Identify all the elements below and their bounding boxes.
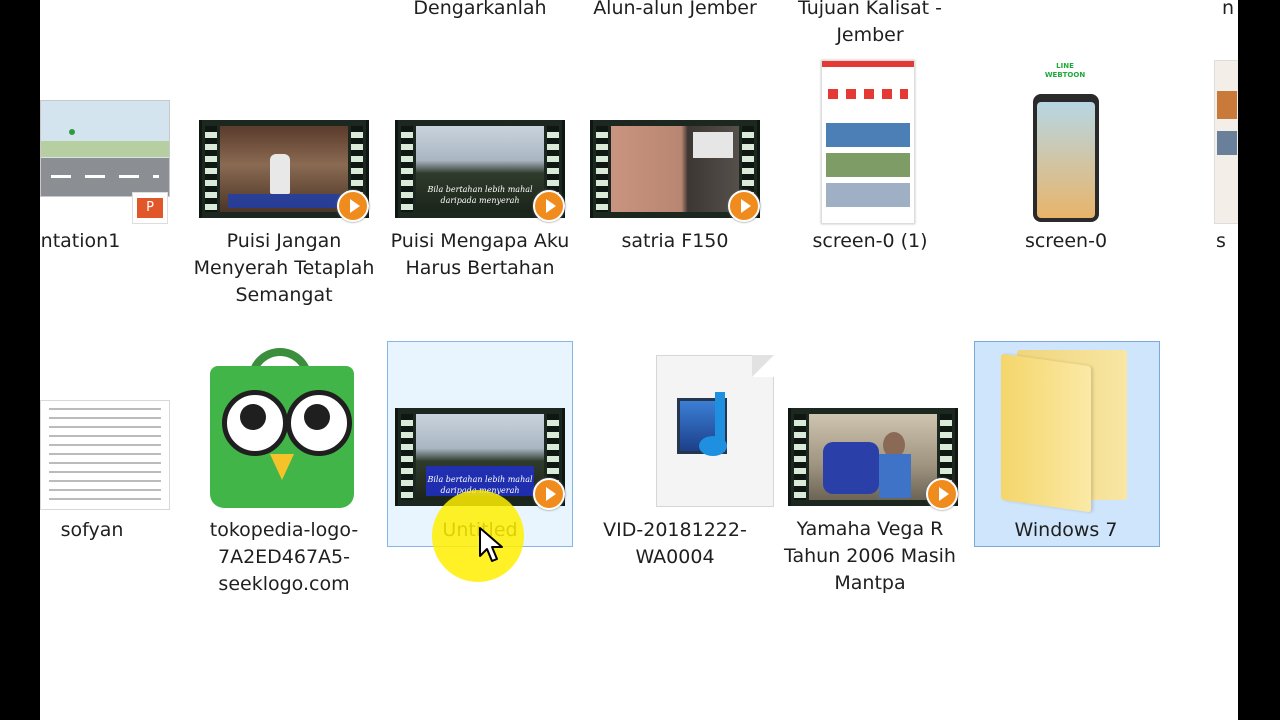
file-label: Yamaha Vega R Tahun 2006 Masih Mantpa (784, 518, 956, 594)
file-label: sofyan (60, 519, 124, 541)
thumbnail-caption: Bila bertahan lebih mahal daripada menye… (427, 475, 533, 495)
video-thumbnail: Bila bertahan lebih mahal daripada menye… (395, 120, 565, 222)
file-label: tokopedia-logo-7A2ED467A5-seeklogo.com (209, 519, 359, 595)
file-explorer-view: Dengarkanlah Alun-alun Jember Tujuan Kal… (40, 0, 1238, 720)
tokopedia-logo-image (210, 348, 354, 510)
thumbnail-caption: Bila bertahan lebih mahal daripada menye… (427, 185, 533, 205)
image-thumbnail (1214, 60, 1238, 224)
presentation-thumbnail (40, 100, 170, 197)
scrollbar-region[interactable] (1238, 0, 1280, 720)
file-label-partial-n[interactable]: n (1178, 0, 1238, 22)
video-thumbnail (788, 408, 958, 510)
file-label: VID-20181222-WA0004 (603, 519, 747, 568)
file-label: Untitled (442, 519, 518, 541)
file-label: s (1216, 230, 1226, 252)
play-overlay-icon (533, 190, 565, 222)
file-label: resentation1 (40, 230, 121, 252)
play-overlay-icon (728, 190, 760, 222)
video-thumbnail (199, 120, 369, 222)
file-label: satria F150 (621, 230, 729, 252)
file-label-tujuan-kalisat[interactable]: Tujuan Kalisat - Jember (775, 0, 965, 49)
document-thumbnail (40, 400, 170, 510)
powerpoint-icon: P (132, 192, 168, 224)
play-overlay-icon (337, 190, 369, 222)
file-label-dengarkanlah[interactable]: Dengarkanlah (385, 0, 575, 22)
image-thumbnail (821, 60, 915, 224)
file-label: screen-0 (1024, 230, 1108, 252)
play-overlay-icon (533, 478, 565, 510)
file-item-partial-s[interactable]: s (1166, 58, 1238, 278)
file-label: Puisi Mengapa Aku Harus Bertahan (390, 230, 570, 279)
video-thumbnail: Bila bertahan lebih mahal daripada menye… (395, 408, 565, 510)
file-label: Windows 7 (1014, 519, 1118, 541)
image-thumbnail: LINE WEBTOON (1023, 62, 1109, 222)
file-label: Puisi Jangan Menyerah Tetaplah Semangat (193, 230, 375, 306)
play-overlay-icon (926, 478, 958, 510)
video-thumbnail (590, 120, 760, 222)
file-label-alun-alun[interactable]: Alun-alun Jember (580, 0, 770, 22)
file-label: screen-0 (1) (812, 230, 928, 252)
media-file-icon (656, 355, 774, 507)
folder-icon (997, 346, 1135, 513)
